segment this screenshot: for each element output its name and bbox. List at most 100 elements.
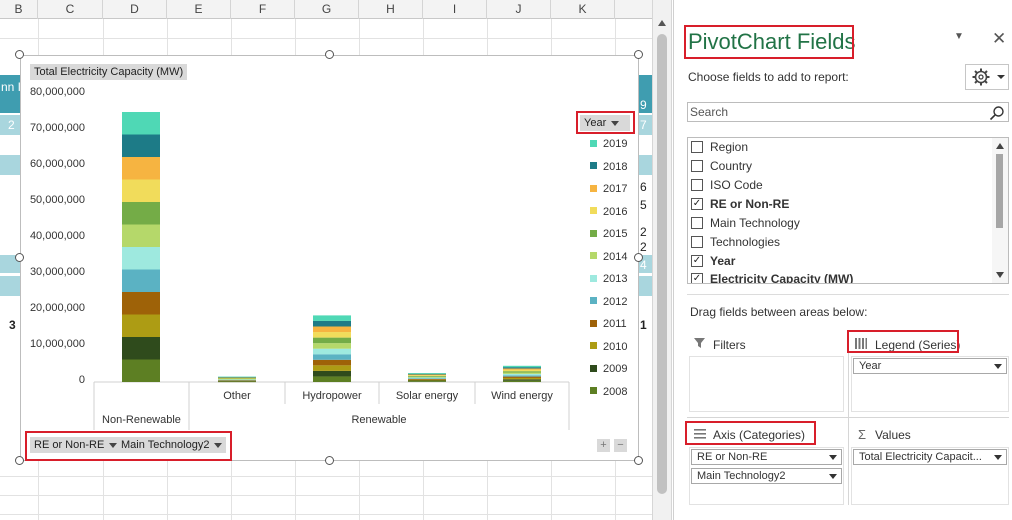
field-checkbox[interactable] <box>691 140 703 153</box>
bar-segment[interactable] <box>408 373 446 375</box>
legend-entry[interactable]: 2019 <box>590 137 627 151</box>
resize-handle[interactable] <box>634 253 643 262</box>
bar-segment[interactable] <box>313 320 351 327</box>
legend-entry[interactable]: 2008 <box>590 385 627 399</box>
filters-drop-area[interactable] <box>689 356 844 412</box>
bar-segment[interactable] <box>122 202 160 225</box>
legend-entry[interactable]: 2010 <box>590 340 627 354</box>
close-icon[interactable]: ✕ <box>992 29 1006 49</box>
legend-entry[interactable]: 2009 <box>590 362 627 376</box>
dropdown-caret-icon[interactable] <box>994 455 1002 460</box>
legend-entry[interactable]: 2011 <box>590 317 627 331</box>
bar-segment[interactable] <box>313 326 351 333</box>
sheet-vertical-scrollbar[interactable] <box>652 0 672 520</box>
bar-segment[interactable] <box>503 367 541 369</box>
legend-field-button[interactable]: Year <box>580 115 630 131</box>
bar-segment[interactable] <box>122 134 160 158</box>
column-header-b[interactable]: B <box>0 0 38 19</box>
field-item-iso-code[interactable]: ISO Code <box>691 176 763 194</box>
resize-handle[interactable] <box>634 50 643 59</box>
field-item-main-technology[interactable]: Main Technology <box>691 214 800 232</box>
field-checkbox[interactable] <box>691 159 703 172</box>
axis-field-button-re[interactable]: RE or Non-RE <box>30 437 122 453</box>
bar-segment[interactable] <box>122 157 160 180</box>
bar-segment[interactable] <box>313 332 351 338</box>
bar-segment[interactable] <box>408 374 446 376</box>
bar-segment[interactable] <box>503 380 541 382</box>
legend-entry[interactable]: 2016 <box>590 205 627 219</box>
bar-segment[interactable] <box>408 376 446 378</box>
values-area-field[interactable]: Total Electricity Capacit... <box>853 449 1007 465</box>
bar-segment[interactable] <box>218 376 256 378</box>
bar-segment[interactable] <box>408 380 446 382</box>
bar-segment[interactable] <box>313 348 351 355</box>
bar-segment[interactable] <box>122 112 160 135</box>
bar-segment[interactable] <box>503 379 541 381</box>
column-header-j[interactable]: J <box>487 0 551 19</box>
resize-handle[interactable] <box>15 456 24 465</box>
bar-segment[interactable] <box>408 379 446 380</box>
scroll-thumb[interactable] <box>996 154 1003 228</box>
bar-segment[interactable] <box>122 224 160 248</box>
dropdown-caret-icon[interactable] <box>829 455 837 460</box>
bar-segment[interactable] <box>313 315 351 321</box>
bar-segment[interactable] <box>408 379 446 381</box>
bar-segment[interactable] <box>503 369 541 372</box>
axis-field-button-tech[interactable]: Main Technology2 <box>117 437 227 453</box>
scroll-thumb[interactable] <box>657 34 667 494</box>
bar-segment[interactable] <box>503 373 541 376</box>
column-header-i[interactable]: I <box>423 0 487 19</box>
bar-segment[interactable] <box>313 343 351 349</box>
bar-segment[interactable] <box>122 179 160 203</box>
field-checkbox[interactable] <box>691 235 703 248</box>
bar-segment[interactable] <box>122 359 160 383</box>
bar-segment[interactable] <box>313 370 351 377</box>
bar-segment[interactable] <box>503 371 541 373</box>
resize-handle[interactable] <box>634 456 643 465</box>
field-item-electricity-capacity[interactable]: ✓ Electricity Capacity (MW) <box>691 270 853 283</box>
scroll-up-icon[interactable] <box>996 143 1004 149</box>
resize-handle[interactable] <box>15 50 24 59</box>
axis-area-field-re[interactable]: RE or Non-RE <box>691 449 842 465</box>
field-checkbox-checked[interactable]: ✓ <box>691 272 703 283</box>
legend-entry[interactable]: 2018 <box>590 160 627 174</box>
bar-segment[interactable] <box>503 377 541 380</box>
pivot-chart[interactable]: Total Electricity Capacity (MW) 80,000,0… <box>20 55 639 461</box>
tools-button[interactable] <box>965 64 1009 90</box>
bar-segment[interactable] <box>408 376 446 377</box>
bar-segment[interactable] <box>408 381 446 382</box>
collapse-field-button[interactable]: − <box>614 439 627 452</box>
resize-handle[interactable] <box>15 253 24 262</box>
column-header-f[interactable]: F <box>231 0 295 19</box>
column-header-g[interactable]: G <box>295 0 359 19</box>
bar-segment[interactable] <box>122 337 160 360</box>
pane-options-icon[interactable]: ▼ <box>954 31 964 42</box>
resize-handle[interactable] <box>325 50 334 59</box>
dropdown-caret-icon[interactable] <box>994 364 1002 369</box>
bar-segment[interactable] <box>408 378 446 379</box>
legend-entry[interactable]: 2012 <box>590 295 627 309</box>
bar-segment[interactable] <box>503 368 541 370</box>
scroll-up-icon[interactable] <box>658 20 666 26</box>
field-item-technologies[interactable]: Technologies <box>691 233 780 251</box>
field-item-year[interactable]: ✓ Year <box>691 252 735 270</box>
column-header-c[interactable]: C <box>38 0 103 19</box>
bar-segment[interactable] <box>122 247 160 270</box>
scroll-down-icon[interactable] <box>996 272 1004 278</box>
bar-segment[interactable] <box>313 365 351 371</box>
bar-segment[interactable] <box>503 372 541 374</box>
bar-segment[interactable] <box>503 365 541 368</box>
bar-segment[interactable] <box>313 376 351 382</box>
legend-entry[interactable]: 2013 <box>590 272 627 286</box>
legend-entry[interactable]: 2015 <box>590 227 627 241</box>
column-header-h[interactable]: H <box>359 0 423 19</box>
field-checkbox-checked[interactable]: ✓ <box>691 254 703 267</box>
bar-segment[interactable] <box>503 376 541 378</box>
field-search-input[interactable]: Search <box>687 102 1009 122</box>
bar-segment[interactable] <box>313 354 351 360</box>
bar-segment[interactable] <box>408 373 446 374</box>
field-checkbox[interactable] <box>691 178 703 191</box>
search-icon[interactable] <box>989 105 1005 121</box>
field-checkbox[interactable] <box>691 216 703 229</box>
column-header-d[interactable]: D <box>103 0 167 19</box>
